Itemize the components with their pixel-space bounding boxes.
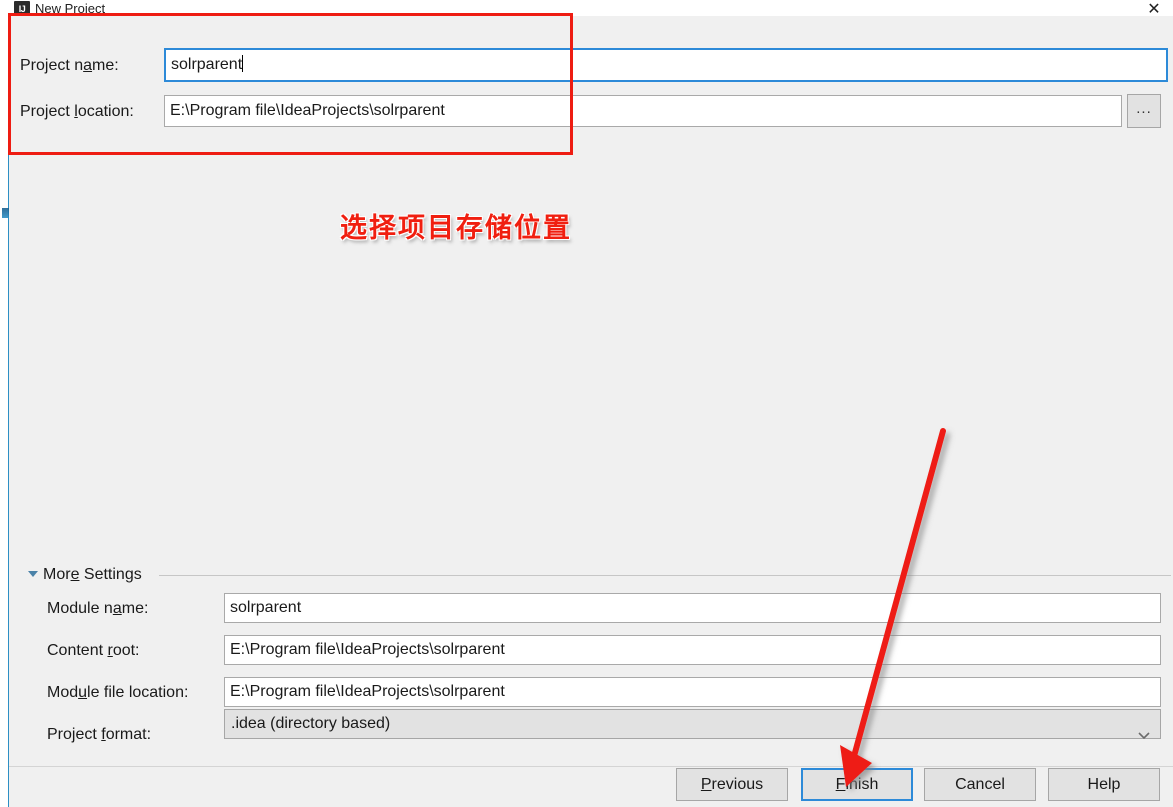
project-format-select[interactable]: .idea (directory based) xyxy=(224,709,1161,740)
previous-button-mnemonic: P xyxy=(700,776,712,793)
module-file-location-label-post: le file location: xyxy=(87,684,189,701)
project-location-label-post: ocation: xyxy=(77,103,134,120)
project-location-input[interactable]: E:\Program file\IdeaProjects\solrparent xyxy=(164,95,1122,127)
more-settings-label: More Settings xyxy=(43,564,150,586)
module-name-label-mnemonic: a xyxy=(112,600,122,617)
button-bar-separator xyxy=(9,766,1173,767)
help-button[interactable]: Help xyxy=(1048,768,1160,801)
module-name-label: Module name: xyxy=(47,599,148,619)
content-root-label-post: oot: xyxy=(112,642,140,659)
cancel-button-label: Cancel xyxy=(955,776,1005,793)
cancel-button[interactable]: Cancel xyxy=(924,768,1036,801)
background-window-glyph xyxy=(2,208,9,218)
content-root-label: Content root: xyxy=(47,641,140,661)
project-format-label-pre: Project xyxy=(47,726,102,743)
module-name-input[interactable]: solrparent xyxy=(224,593,1161,623)
background-window-strip xyxy=(0,0,8,807)
project-name-label-pre: Project n xyxy=(20,57,84,74)
window-title: New Project xyxy=(35,1,106,16)
project-format-value: .idea (directory based) xyxy=(231,715,391,732)
previous-button-post: revious xyxy=(711,776,764,793)
module-name-label-pre: Module n xyxy=(47,600,113,617)
browse-location-button[interactable]: ... xyxy=(1127,94,1161,128)
content-root-input[interactable]: E:\Program file\IdeaProjects\solrparent xyxy=(224,635,1161,665)
more-settings-separator xyxy=(159,575,1171,576)
chevron-expanded-icon xyxy=(28,571,38,577)
new-project-dialog: Project name: solrparent Project locatio… xyxy=(9,16,1173,807)
module-file-location-input[interactable]: E:\Program file\IdeaProjects\solrparent xyxy=(224,677,1161,707)
project-location-label: Project location: xyxy=(20,102,134,122)
finish-button-post: inish xyxy=(845,776,879,793)
finish-button-mnemonic: F xyxy=(835,776,846,793)
top-form-section: Project name: solrparent Project locatio… xyxy=(9,16,1173,156)
screenshot-root: IJ New Project ✕ Project name: solrparen… xyxy=(0,0,1173,807)
project-name-value: solrparent xyxy=(171,56,243,73)
text-caret xyxy=(242,55,244,72)
project-format-label: Project format: xyxy=(47,725,151,745)
project-format-label-post: ormat: xyxy=(105,726,152,743)
help-button-label: Help xyxy=(1087,776,1121,793)
content-root-label-pre: Content xyxy=(47,642,108,659)
project-name-label-mnemonic: a xyxy=(83,57,93,74)
project-location-label-pre: Project xyxy=(20,103,75,120)
more-settings-label-post: Settings xyxy=(79,566,142,583)
chevron-down-icon[interactable] xyxy=(1138,721,1150,740)
previous-button[interactable]: Previous xyxy=(676,768,788,801)
project-name-label-post: me: xyxy=(92,57,119,74)
module-name-label-post: me: xyxy=(121,600,149,617)
module-file-location-label: Module file location: xyxy=(47,683,188,703)
more-settings-label-pre: Mor xyxy=(43,566,71,583)
finish-button[interactable]: Finish xyxy=(801,768,913,801)
module-file-location-label-mnemonic: u xyxy=(78,684,88,701)
module-file-location-label-pre: Mod xyxy=(47,684,79,701)
intellij-idea-icon: IJ xyxy=(14,1,30,17)
project-name-input[interactable]: solrparent xyxy=(164,48,1168,82)
project-name-label: Project name: xyxy=(20,56,119,76)
